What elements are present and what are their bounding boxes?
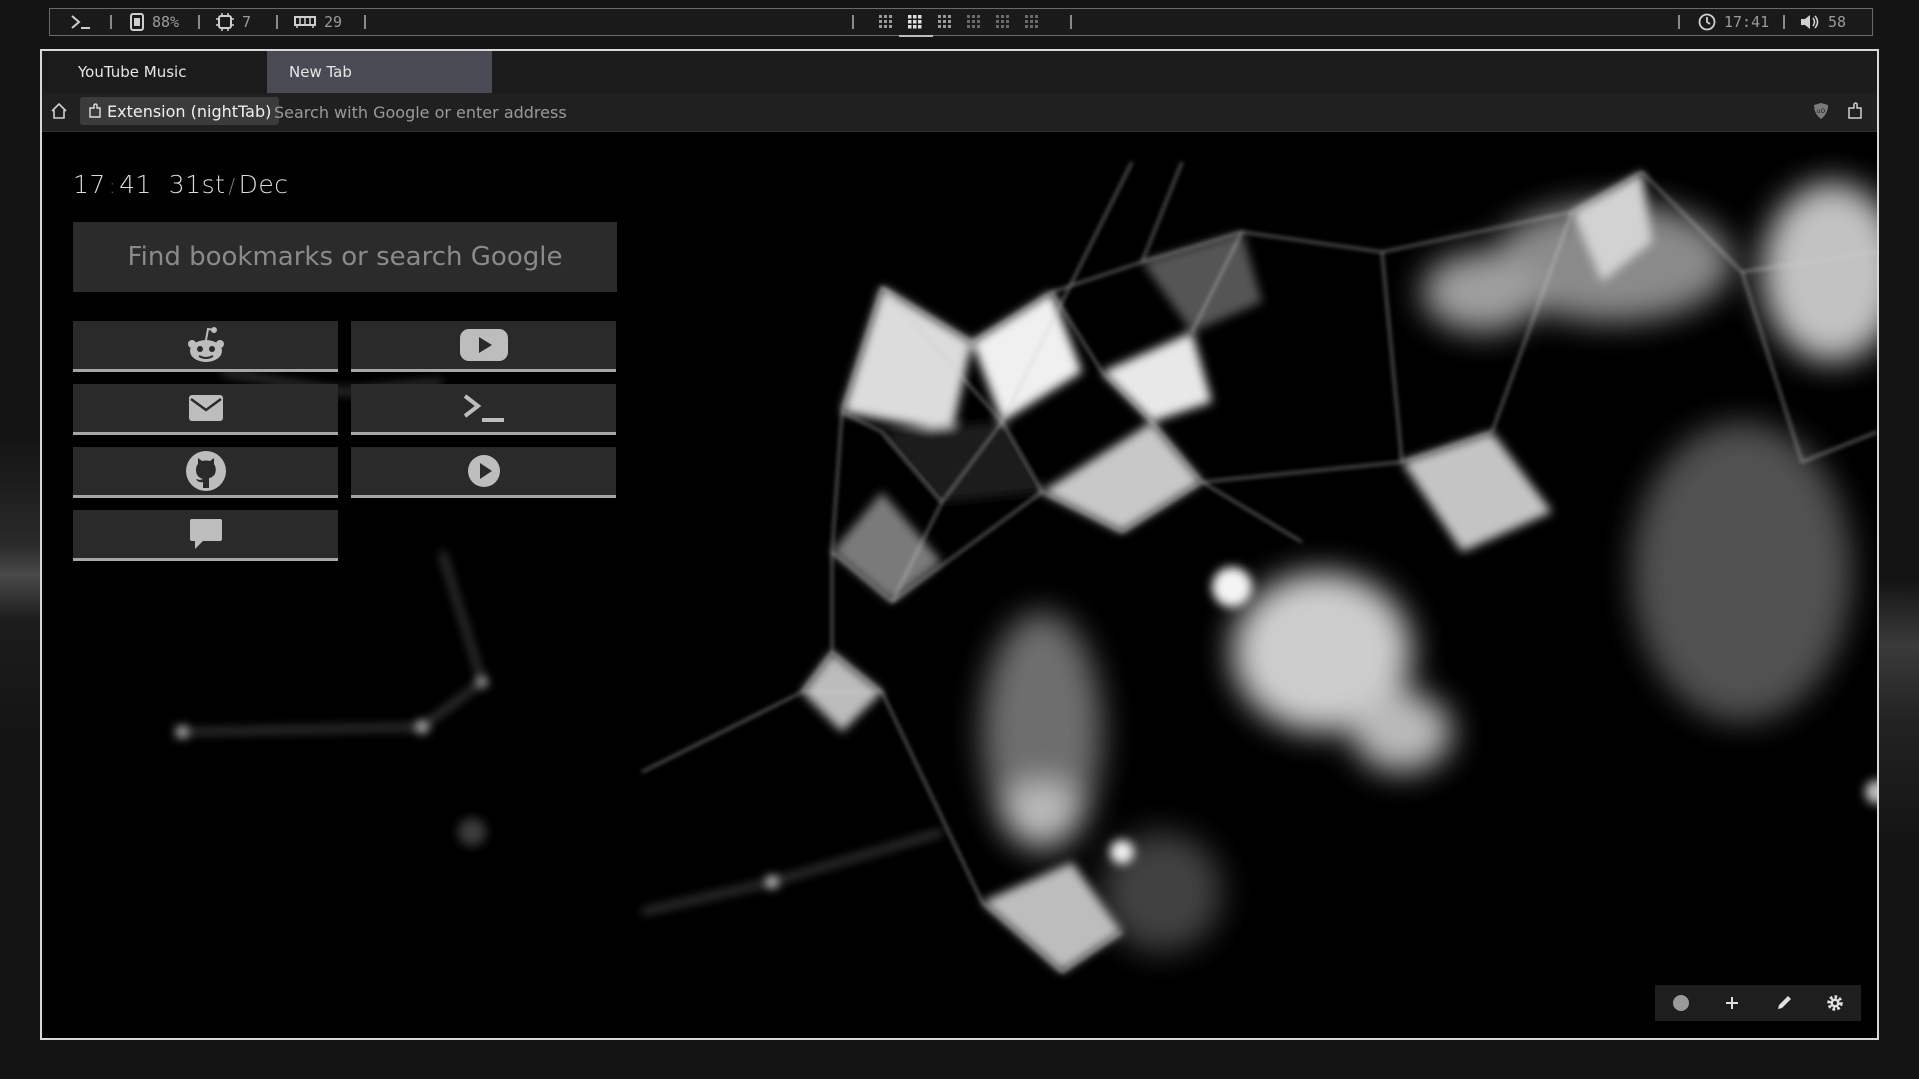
github-icon — [185, 451, 226, 491]
tab-bar: YouTube Music New Tab — [42, 51, 1877, 93]
chat-bubble-icon — [189, 519, 222, 549]
workspace-3[interactable] — [937, 14, 955, 32]
volume-icon — [1801, 15, 1819, 29]
clock-hours: 17 — [73, 170, 106, 199]
status-bar: 88% 7 29 17:41 58 — [49, 8, 1873, 37]
extensions-button[interactable] — [1847, 102, 1867, 122]
clock-icon — [1698, 13, 1716, 31]
gear-icon — [1827, 995, 1843, 1011]
puzzle-icon — [89, 103, 101, 118]
tab-youtube-music[interactable]: YouTube Music — [42, 51, 267, 93]
separator — [276, 15, 278, 29]
memory-indicator: 29 — [294, 9, 342, 35]
add-bookmark-button[interactable] — [1720, 991, 1744, 1015]
bookmark-tile-youtube[interactable] — [351, 321, 616, 372]
shield-icon: uO — [1814, 103, 1828, 119]
separator — [198, 15, 200, 29]
desktop-wallpaper-right — [1879, 580, 1919, 840]
extension-label: Extension (nightTab) — [107, 101, 272, 121]
terminal-prompt-icon — [71, 15, 90, 29]
workspace-1[interactable] — [878, 14, 896, 32]
workspace-2[interactable] — [899, 14, 933, 37]
tab-label: New Tab — [289, 63, 352, 81]
date-day: 31st — [168, 170, 226, 199]
pencil-icon — [1777, 996, 1791, 1009]
launcher[interactable] — [70, 9, 92, 35]
date-separator: / — [228, 174, 236, 198]
bookmark-tile-mail[interactable] — [73, 384, 338, 435]
envelope-icon — [188, 395, 223, 421]
separator — [1678, 15, 1680, 29]
memory-icon — [294, 16, 316, 28]
grid-icon — [879, 15, 892, 28]
separator — [852, 15, 854, 29]
browser-window: YouTube Music New Tab Extension (nightTa… — [40, 49, 1879, 1040]
grid-icon — [938, 15, 951, 28]
workspace-6[interactable] — [1024, 14, 1042, 32]
separator — [110, 15, 112, 29]
bookmark-tile-terminal[interactable] — [351, 384, 616, 435]
cpu-value: 7 — [242, 13, 252, 31]
separator — [1070, 15, 1072, 29]
bookmark-tile-chat[interactable] — [73, 510, 338, 561]
separator — [1783, 15, 1785, 29]
reddit-icon — [187, 327, 224, 362]
volume-value: 58 — [1828, 13, 1847, 31]
tab-label: YouTube Music — [78, 63, 187, 81]
clock-minutes: 41 — [119, 170, 152, 199]
ublock-button[interactable]: uO — [1813, 102, 1833, 122]
workspace-5[interactable] — [995, 14, 1013, 32]
desktop-wallpaper-left — [0, 440, 40, 740]
clock-value: 17:41 — [1724, 13, 1770, 31]
nighttab-controls — [1655, 985, 1861, 1021]
home-icon — [51, 102, 67, 119]
battery-icon — [130, 13, 144, 31]
navigation-bar: Extension (nightTab) uO — [42, 93, 1877, 132]
memory-value: 29 — [324, 13, 343, 31]
settings-button[interactable] — [1823, 991, 1847, 1015]
plus-icon — [1726, 997, 1739, 1009]
grid-icon — [1025, 15, 1038, 28]
bookmark-tile-github[interactable] — [73, 447, 338, 498]
edit-button[interactable] — [1772, 991, 1796, 1015]
battery-value: 88% — [152, 13, 180, 31]
cpu-icon — [216, 13, 234, 31]
grid-icon — [996, 15, 1009, 28]
grid-icon — [967, 15, 980, 28]
bookmark-search-input[interactable] — [73, 222, 617, 292]
youtube-icon — [459, 329, 508, 361]
page-clock: 17:41 31st / Dec — [73, 170, 289, 199]
extension-identity-chip[interactable]: Extension (nightTab) — [80, 97, 280, 125]
volume-indicator[interactable]: 58 — [1800, 9, 1846, 35]
circle-icon — [1672, 995, 1689, 1011]
bookmark-tile-play[interactable] — [351, 447, 616, 498]
grid-icon — [908, 15, 922, 29]
date-month: Dec — [238, 170, 289, 199]
address-bar[interactable] — [272, 97, 1796, 127]
workspace-4[interactable] — [966, 14, 984, 32]
clock-indicator: 17:41 — [1698, 9, 1769, 35]
clock-separator: : — [108, 174, 117, 198]
svg-text:uO: uO — [1817, 108, 1826, 115]
separator — [364, 15, 366, 29]
terminal-icon — [463, 394, 504, 422]
cpu-indicator: 7 — [216, 9, 251, 35]
new-tab-page: 17:41 31st / Dec — [42, 132, 1877, 1038]
bookmark-tile-reddit[interactable] — [73, 321, 338, 372]
home-button[interactable] — [50, 102, 70, 122]
tab-new-tab[interactable]: New Tab — [267, 51, 492, 93]
play-circle-icon — [467, 455, 500, 487]
puzzle-icon — [1848, 102, 1862, 119]
battery-indicator: 88% — [130, 9, 179, 35]
theme-toggle-button[interactable] — [1669, 991, 1693, 1015]
